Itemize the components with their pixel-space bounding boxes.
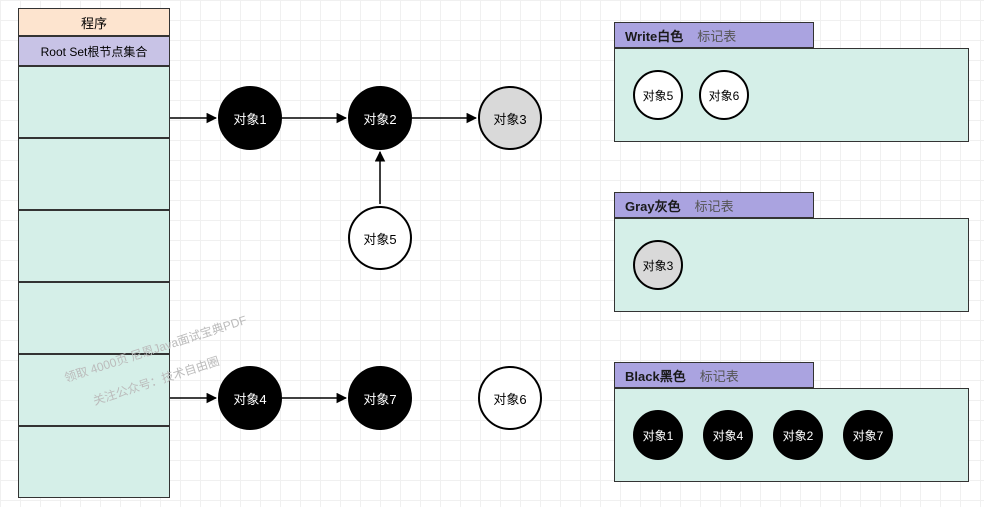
black-item: 对象1 — [633, 410, 683, 460]
black-item: 对象2 — [773, 410, 823, 460]
white-panel-header: Write白色 标记表 — [614, 22, 814, 48]
item-label: 对象7 — [853, 427, 884, 444]
item-label: 对象6 — [709, 87, 740, 104]
item-label: 对象5 — [643, 87, 674, 104]
black-title: Black黑色 — [625, 366, 686, 385]
item-label: 对象3 — [643, 257, 674, 274]
node-label: 对象5 — [363, 229, 396, 248]
white-item: 对象6 — [699, 70, 749, 120]
rootset-header: Root Set根节点集合 — [18, 36, 170, 66]
node-obj1: 对象1 — [218, 86, 282, 150]
black-item: 对象7 — [843, 410, 893, 460]
white-title: Write白色 — [625, 26, 683, 45]
rootset-cell — [18, 210, 170, 282]
node-label: 对象7 — [363, 389, 396, 408]
node-label: 对象6 — [493, 389, 526, 408]
node-label: 对象4 — [233, 389, 266, 408]
node-obj2: 对象2 — [348, 86, 412, 150]
node-obj6: 对象6 — [478, 366, 542, 430]
gray-panel-body: 对象3 — [614, 218, 969, 312]
white-panel-body: 对象5 对象6 — [614, 48, 969, 142]
black-sub: 标记表 — [700, 366, 739, 385]
black-panel-body: 对象1 对象4 对象2 对象7 — [614, 388, 969, 482]
rootset-cell — [18, 138, 170, 210]
node-label: 对象3 — [493, 109, 526, 128]
white-item: 对象5 — [633, 70, 683, 120]
gray-sub: 标记表 — [695, 196, 734, 215]
node-obj3: 对象3 — [478, 86, 542, 150]
node-obj7: 对象7 — [348, 366, 412, 430]
black-item: 对象4 — [703, 410, 753, 460]
program-title: 程序 — [81, 13, 107, 32]
rootset-cell — [18, 66, 170, 138]
gray-title: Gray灰色 — [625, 196, 681, 215]
item-label: 对象1 — [643, 427, 674, 444]
white-sub: 标记表 — [697, 26, 736, 45]
gray-item: 对象3 — [633, 240, 683, 290]
gray-panel-header: Gray灰色 标记表 — [614, 192, 814, 218]
item-label: 对象2 — [783, 427, 814, 444]
node-label: 对象1 — [233, 109, 266, 128]
program-header: 程序 — [18, 8, 170, 36]
item-label: 对象4 — [713, 427, 744, 444]
node-obj4: 对象4 — [218, 366, 282, 430]
rootset-cell — [18, 426, 170, 498]
rootset-label: Root Set根节点集合 — [41, 43, 148, 60]
black-panel-header: Black黑色 标记表 — [614, 362, 814, 388]
node-label: 对象2 — [363, 109, 396, 128]
node-obj5: 对象5 — [348, 206, 412, 270]
